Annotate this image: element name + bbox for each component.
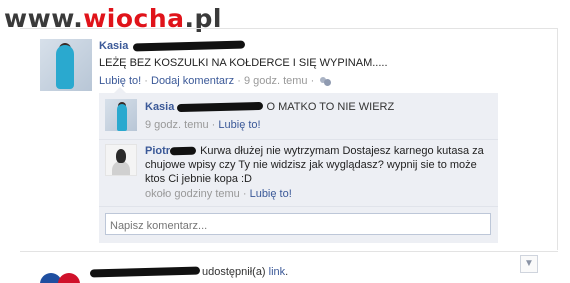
redaction-mark	[133, 40, 246, 52]
comment-avatar[interactable]	[105, 144, 137, 176]
post-author: Kasia	[99, 40, 246, 52]
comment-2: Piotr Kurwa dłużej nie wytrzymam Dostajes…	[145, 144, 485, 186]
comment-divider	[99, 206, 498, 207]
feed-divider	[20, 251, 558, 252]
comment-1: Kasia O MATKO TO NIE WIERZ	[145, 101, 394, 113]
chevron-down-icon[interactable]: ▼	[520, 255, 538, 273]
comment-input[interactable]	[105, 213, 491, 235]
comment-time[interactable]: około godziny temu	[145, 188, 240, 200]
redaction-mark	[89, 266, 201, 278]
post-author-name[interactable]: Kasia	[99, 40, 128, 52]
redaction-mark	[169, 146, 197, 156]
story-avatar[interactable]	[40, 270, 82, 283]
post-text: LEŻĘ BEZ KOSZULKI NA KOŁDERCE I SIĘ WYPI…	[99, 57, 388, 69]
comment-like-link[interactable]: Lubię to!	[218, 119, 260, 131]
comment-like-link[interactable]: Lubię to!	[250, 188, 292, 200]
people-icon[interactable]	[320, 76, 332, 86]
story-text: udostępnił(a)	[202, 266, 266, 278]
feed-right-border	[557, 28, 558, 250]
post-like-link[interactable]: Lubię to!	[99, 75, 141, 87]
next-story: udostępnił(a) link.	[89, 266, 288, 278]
comment-text: O MATKO TO NIE WIERZ	[266, 101, 395, 113]
post-actions: Lubię to! · Dodaj komentarz · 9 godz. te…	[99, 75, 332, 87]
comment-2-meta: około godziny temu · Lubię to!	[145, 188, 292, 200]
post-comment-link[interactable]: Dodaj komentarz	[151, 75, 234, 87]
comment-author[interactable]: Kasia	[145, 101, 174, 113]
comment-author[interactable]: Piotr	[145, 145, 170, 157]
comment-divider	[99, 139, 498, 140]
story-link[interactable]: link	[269, 266, 286, 278]
comment-1-meta: 9 godz. temu · Lubię to!	[145, 119, 261, 131]
post-author-avatar[interactable]	[40, 39, 92, 91]
post-time[interactable]: 9 godz. temu	[244, 75, 308, 87]
comment-time[interactable]: 9 godz. temu	[145, 119, 209, 131]
comment-avatar[interactable]	[105, 99, 137, 131]
redaction-mark	[177, 101, 264, 113]
feed-top-divider	[20, 28, 558, 29]
